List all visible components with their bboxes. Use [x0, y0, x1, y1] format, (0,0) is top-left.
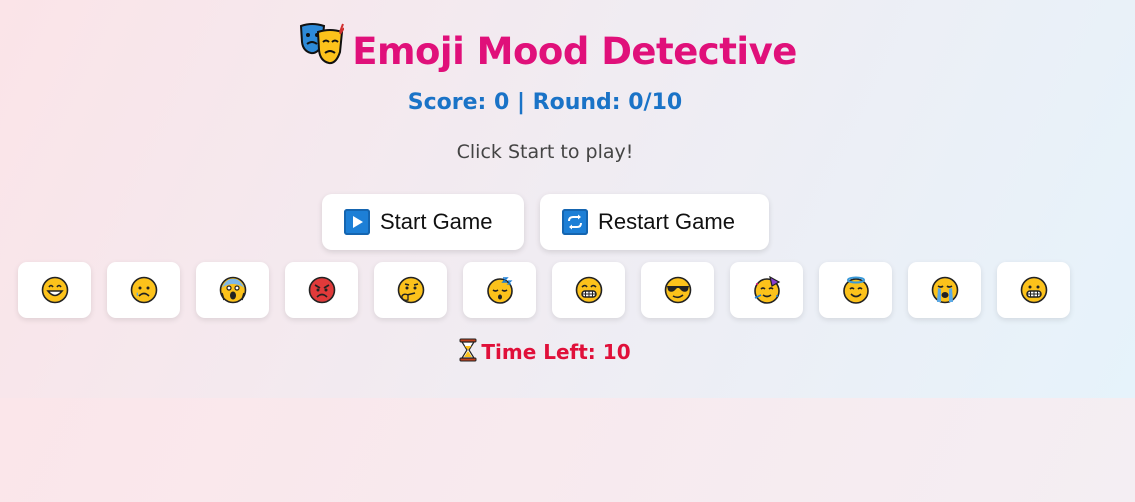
- emoji-option-scared[interactable]: [196, 262, 269, 318]
- sleeping-face-icon: [486, 277, 513, 304]
- emoji-option-confused[interactable]: [374, 262, 447, 318]
- emoji-option-happy[interactable]: [18, 262, 91, 318]
- time-left-text: Time Left: 10: [481, 340, 631, 364]
- emoji-option-party[interactable]: [730, 262, 803, 318]
- time-left-display: Time Left: 10: [0, 338, 1090, 367]
- crying-face-icon: [931, 276, 958, 304]
- grimacing-face-icon: [1020, 276, 1047, 304]
- confused-face-icon: [397, 276, 424, 304]
- emoji-options: [18, 262, 1070, 318]
- play-button-icon: [344, 209, 370, 235]
- restart-game-label: Restart Game: [598, 209, 735, 234]
- screaming-face-icon: [219, 276, 246, 304]
- status-message: Click Start to play!: [456, 141, 634, 163]
- emoji-option-sad[interactable]: [107, 262, 180, 318]
- beaming-face-icon: [575, 276, 602, 304]
- halo-face-icon: [842, 276, 869, 304]
- hourglass-icon: [459, 338, 477, 367]
- angry-face-icon: [308, 276, 335, 304]
- emoji-option-nervous[interactable]: [997, 262, 1070, 318]
- emoji-option-cool[interactable]: [641, 262, 714, 318]
- repeat-arrows-icon: [562, 209, 588, 235]
- sunglasses-face-icon: [664, 276, 691, 304]
- start-game-button[interactable]: Start Game: [322, 194, 524, 250]
- page-background-bottom: [0, 398, 1135, 502]
- score-round-display: Score: 0 | Round: 0/10: [407, 90, 683, 115]
- emoji-option-crying[interactable]: [908, 262, 981, 318]
- emoji-option-angelic[interactable]: [819, 262, 892, 318]
- emoji-option-angry[interactable]: [285, 262, 358, 318]
- restart-game-button[interactable]: Restart Game: [540, 194, 769, 250]
- game-title: Emoji Mood Detective: [0, 20, 1095, 75]
- grinning-face-icon: [41, 276, 68, 304]
- sad-face-icon: [130, 276, 157, 304]
- emoji-option-sleepy[interactable]: [463, 262, 536, 318]
- emoji-option-excited[interactable]: [552, 262, 625, 318]
- start-game-label: Start Game: [380, 209, 493, 234]
- theater-masks-icon: [298, 20, 346, 75]
- party-face-icon: [753, 276, 780, 304]
- game-title-text: Emoji Mood Detective: [352, 30, 797, 73]
- game-controls: Start Game Restart Game: [322, 194, 769, 250]
